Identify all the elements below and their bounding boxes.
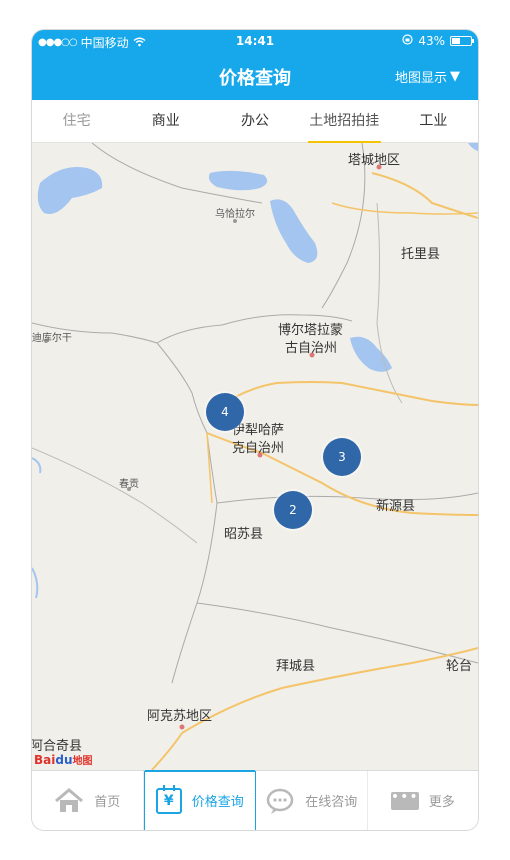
map-label-chungong: 春贡 xyxy=(119,479,139,490)
status-bar: ●●●○○ 中国移动 14:41 43% xyxy=(32,30,478,52)
more-icon: ••• xyxy=(390,790,419,810)
boundary-line xyxy=(376,202,403,404)
nav-more-label: 更多 xyxy=(428,795,455,810)
app-screen: ●●●○○ 中国移动 14:41 43% 价格查询 地图显示 ▼ 住宅 商业 办 xyxy=(32,30,478,830)
map-label-boertala-2: 古自治州 xyxy=(285,341,338,356)
boundary-line xyxy=(216,492,478,504)
lake-sailimu xyxy=(270,199,318,263)
map-label-tuoli: 托里县 xyxy=(401,247,441,262)
boundary-line xyxy=(156,342,218,684)
map-label-zhaosu: 昭苏县 xyxy=(224,527,264,542)
battery-icon xyxy=(450,36,474,46)
home-icon xyxy=(54,786,84,816)
price-calendar-icon: ¥ xyxy=(155,784,182,814)
nav-online-consult[interactable]: 在线咨询 xyxy=(256,771,368,830)
map-display-label: 地图显示 xyxy=(394,71,447,86)
battery-percent: 43% xyxy=(418,34,445,48)
map-label-boertala-1: 博尔塔拉蒙 xyxy=(278,323,344,338)
road xyxy=(221,381,478,406)
chat-icon xyxy=(265,786,295,816)
map-display-toggle[interactable]: 地图显示 ▼ xyxy=(395,67,460,86)
boundary-line xyxy=(32,447,198,544)
tab-residential[interactable]: 住宅 xyxy=(32,100,121,142)
map-cluster-marker[interactable]: 3 xyxy=(323,438,361,476)
road xyxy=(181,647,478,734)
lake-west xyxy=(37,167,103,214)
map-cluster-marker[interactable]: 4 xyxy=(206,393,244,431)
map-label-yili-2: 克自治州 xyxy=(232,441,285,456)
map-label-tacheng: 塔城地区 xyxy=(348,153,401,168)
nav-online-consult-label: 在线咨询 xyxy=(305,795,358,810)
tab-industrial[interactable]: 工业 xyxy=(389,100,478,142)
category-tabs: 住宅 商业 办公 土地招拍挂 工业 xyxy=(32,100,478,143)
bottom-nav: 首页 ¥ 价格查询 在线咨询 ••• 更多 xyxy=(32,770,478,830)
tab-commercial[interactable]: 商业 xyxy=(121,100,210,142)
map-label-luntai: 轮台 xyxy=(446,659,473,674)
lake-north xyxy=(208,170,268,191)
city-dot xyxy=(179,724,185,730)
nav-price-query-label: 价格查询 xyxy=(191,795,244,810)
map-label-akesu: 阿克苏地区 xyxy=(147,709,213,724)
lock-rotation-icon xyxy=(402,34,413,48)
river xyxy=(32,457,42,474)
nav-home[interactable]: 首页 xyxy=(32,771,144,830)
nav-home-label: 首页 xyxy=(94,795,121,810)
top-bar: ●●●○○ 中国移动 14:41 43% 价格查询 地图显示 ▼ xyxy=(32,30,478,100)
map-canvas xyxy=(32,143,478,770)
tab-land-auction[interactable]: 土地招拍挂 xyxy=(300,100,389,143)
boundary-line xyxy=(196,602,478,664)
map-label-wuqiala: 乌恰拉尔 xyxy=(215,209,255,220)
nav-more[interactable]: ••• 更多 xyxy=(368,771,479,830)
map-label-diku: (迪库尔干 xyxy=(32,333,72,344)
road xyxy=(331,202,478,215)
dropdown-arrow-icon: ▼ xyxy=(450,69,460,84)
map-label-xinyuan: 新源县 xyxy=(376,499,416,514)
nav-price-query[interactable]: ¥ 价格查询 xyxy=(143,770,256,830)
lake-east-edge xyxy=(468,143,478,151)
battery-fill xyxy=(452,38,460,44)
road xyxy=(151,732,183,770)
map-cluster-marker[interactable]: 2 xyxy=(274,491,312,529)
baidu-map-logo: Baidu地图 xyxy=(34,753,93,767)
river xyxy=(32,567,39,599)
road xyxy=(371,172,478,219)
tab-office[interactable]: 办公 xyxy=(210,100,299,142)
map-label-baicheng: 拜城县 xyxy=(276,659,316,674)
map-view[interactable]: 塔城地区 乌恰拉尔 托里县 (迪库尔干 博尔塔拉蒙 古自治州 伊犁哈萨 克自治州… xyxy=(32,143,478,770)
